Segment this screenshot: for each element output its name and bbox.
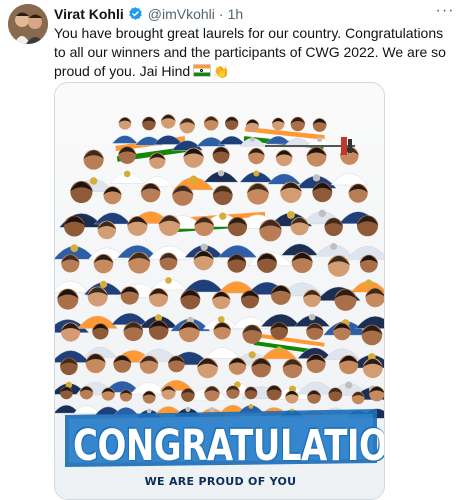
author-handle[interactable]: @imVkohli bbox=[148, 6, 215, 22]
tweet-text: You have brought great laurels for our c… bbox=[54, 24, 454, 81]
tweet-timestamp[interactable]: 1h bbox=[228, 6, 244, 22]
author-name[interactable]: Virat Kohli bbox=[54, 6, 124, 22]
proud-subheadline: WE ARE PROUD OF YOU bbox=[144, 475, 297, 488]
flag-india-icon bbox=[193, 64, 212, 77]
avatar-image bbox=[8, 4, 48, 44]
separator-dot: · bbox=[218, 6, 224, 22]
author-avatar[interactable] bbox=[8, 4, 48, 44]
verified-badge-icon bbox=[127, 6, 144, 23]
tweet[interactable]: Virat Kohli @imVkohli · 1h ··· You have … bbox=[0, 0, 466, 500]
tweet-text-body: You have brought great laurels for our c… bbox=[54, 25, 446, 79]
tweet-header: Virat Kohli @imVkohli · 1h bbox=[54, 4, 243, 24]
clapping-hands-icon: 👏 bbox=[213, 64, 230, 79]
congratulations-headline: CONGRATULATIONS bbox=[73, 421, 385, 471]
tweet-media-image[interactable]: CONGRATULATIONS WE ARE PROUD OF YOU bbox=[54, 82, 385, 500]
more-horizontal-icon[interactable]: ··· bbox=[434, 3, 456, 22]
